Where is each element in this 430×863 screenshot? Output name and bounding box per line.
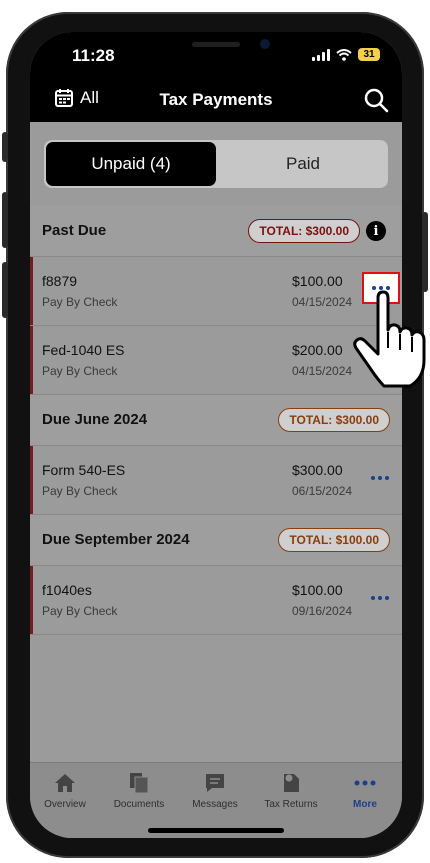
- tab-unpaid[interactable]: Unpaid (4): [46, 142, 216, 186]
- bottom-tab-bar: Overview Documents Messages Tax Returns …: [30, 762, 402, 838]
- tab-label: Documents: [113, 799, 165, 810]
- more-options-icon[interactable]: [368, 588, 392, 608]
- mute-switch: [2, 132, 8, 162]
- tab-more[interactable]: More: [330, 771, 400, 810]
- payment-amount: $300.00: [292, 462, 343, 478]
- home-icon: [53, 771, 77, 795]
- power-button: [422, 212, 428, 292]
- battery-icon: 31: [358, 48, 380, 61]
- pointing-hand-icon: [353, 290, 426, 388]
- tab-label: More: [353, 799, 377, 810]
- info-icon[interactable]: i: [366, 221, 386, 241]
- section-header-due-september: Due September 2024 TOTAL: $100.00: [30, 515, 402, 566]
- section-title: Due June 2024: [42, 411, 148, 428]
- payment-amount: $100.00: [292, 582, 343, 598]
- section-title: Due September 2024: [42, 531, 190, 548]
- payment-row[interactable]: f8879 Pay By Check $100.00 04/15/2024: [30, 257, 402, 326]
- payment-date: 09/16/2024: [292, 604, 353, 618]
- payment-row[interactable]: Fed-1040 ES Pay By Check $200.00 04/15/2…: [30, 326, 402, 395]
- section-total-badge: TOTAL: $300.00: [278, 408, 390, 432]
- payment-method: Pay By Check: [42, 484, 118, 498]
- messages-icon: [203, 771, 227, 795]
- row-indicator: [30, 566, 33, 634]
- speaker: [192, 42, 240, 47]
- volume-down-button: [2, 262, 8, 318]
- payment-name: Form 540-ES: [42, 462, 126, 478]
- section-total-badge: TOTAL: $300.00: [248, 219, 360, 243]
- payment-method: Pay By Check: [42, 295, 118, 309]
- payment-row[interactable]: f1040es Pay By Check $100.00 09/16/2024: [30, 566, 402, 635]
- payment-date: 04/15/2024: [292, 364, 353, 378]
- app-screen: 11:28 31 All Tax Payments Unpaid (4) Pai…: [30, 32, 402, 838]
- tab-label: Overview: [44, 799, 86, 810]
- tab-documents[interactable]: Documents: [104, 771, 174, 810]
- past-due-indicator: [30, 257, 33, 325]
- volume-up-button: [2, 192, 8, 248]
- payment-amount: $200.00: [292, 342, 343, 358]
- search-icon[interactable]: [362, 86, 390, 114]
- section-title: Past Due: [42, 222, 107, 239]
- camera: [260, 39, 270, 49]
- section-header-due-june: Due June 2024 TOTAL: $300.00: [30, 395, 402, 446]
- payment-amount: $100.00: [292, 273, 343, 289]
- more-options-icon[interactable]: [368, 468, 392, 488]
- status-bar: 11:28 31: [30, 32, 402, 78]
- tab-tax-returns[interactable]: Tax Returns: [256, 771, 326, 810]
- payment-row[interactable]: Form 540-ES Pay By Check $300.00 06/15/2…: [30, 446, 402, 515]
- tax-returns-icon: [279, 771, 303, 795]
- tab-label: Tax Returns: [264, 799, 318, 810]
- section-total-badge: TOTAL: $100.00: [278, 528, 390, 552]
- status-icons: 31: [312, 48, 380, 61]
- payment-method: Pay By Check: [42, 604, 118, 618]
- nav-bar: All Tax Payments: [30, 78, 402, 122]
- tab-label: Messages: [192, 799, 238, 810]
- page-title: Tax Payments: [159, 90, 273, 109]
- signal-icon: [312, 48, 330, 61]
- tab-overview[interactable]: Overview: [30, 771, 100, 810]
- payments-content: Unpaid (4) Paid Past Due TOTAL: $300.00 …: [30, 122, 402, 762]
- payment-date: 06/15/2024: [292, 484, 353, 498]
- payment-name: Fed-1040 ES: [42, 342, 125, 358]
- documents-icon: [127, 771, 151, 795]
- tab-messages[interactable]: Messages: [180, 771, 250, 810]
- more-icon: [353, 771, 377, 795]
- payment-name: f1040es: [42, 582, 92, 598]
- row-indicator: [30, 446, 33, 514]
- payment-method: Pay By Check: [42, 364, 118, 378]
- payment-name: f8879: [42, 273, 78, 289]
- home-indicator: [148, 828, 284, 833]
- status-time: 11:28: [72, 46, 115, 65]
- section-header-past-due: Past Due TOTAL: $300.00 i: [30, 206, 402, 257]
- past-due-indicator: [30, 326, 33, 394]
- wifi-icon: [336, 48, 352, 61]
- payment-date: 04/15/2024: [292, 295, 353, 309]
- tab-paid[interactable]: Paid: [218, 140, 388, 188]
- notch: [114, 32, 318, 62]
- segmented-control: Unpaid (4) Paid: [44, 140, 388, 188]
